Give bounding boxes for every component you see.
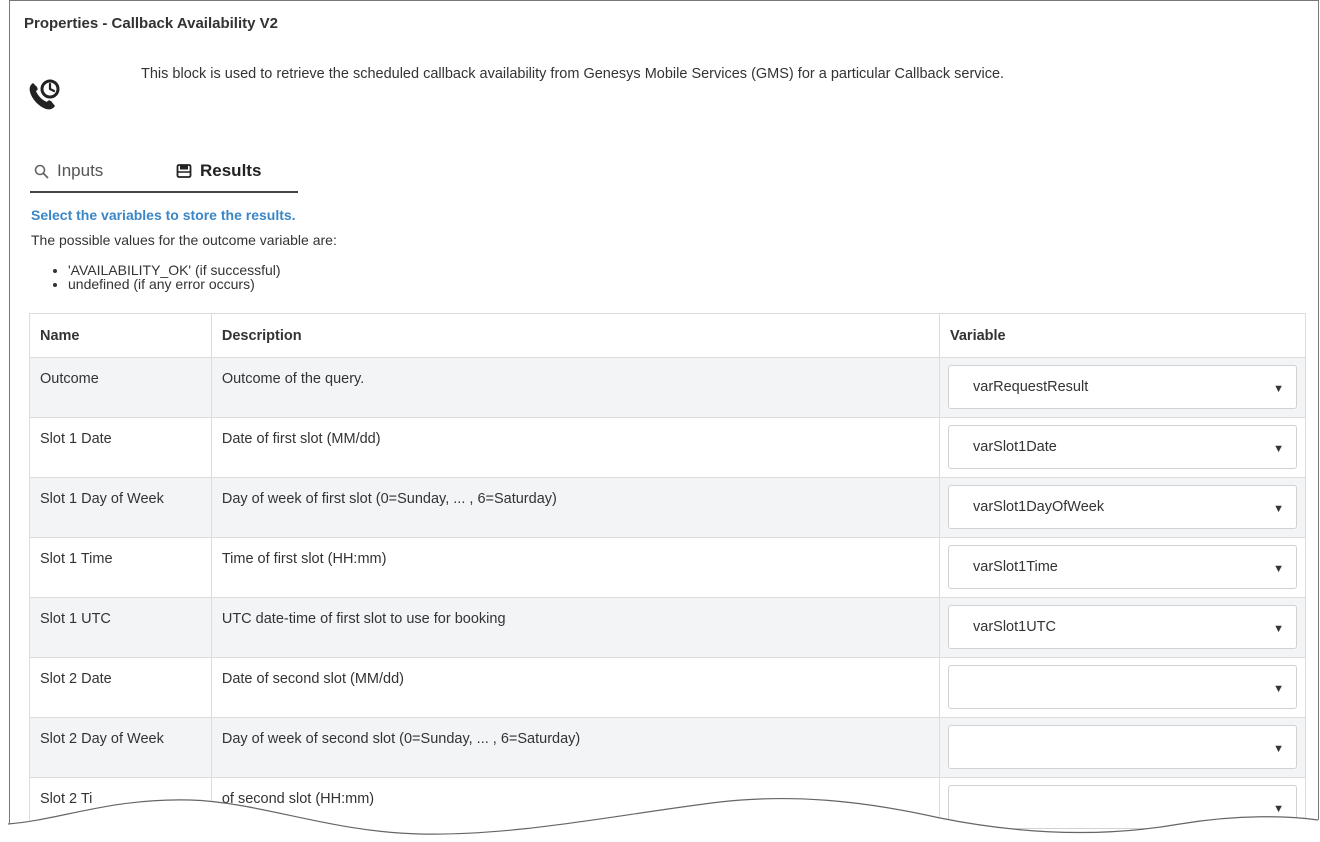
search-icon [34,164,49,179]
table-row: Slot 1 Day of Week Day of week of first … [29,477,1306,538]
outcome-intro: The possible values for the outcome vari… [31,232,337,248]
row-description: Date of second slot (MM/dd) [210,657,941,718]
tab-results-label: Results [200,161,262,180]
caret-down-icon: ▼ [1273,563,1284,575]
row-description: Time of first slot (HH:mm) [210,537,941,598]
row-description: UTC date-time of first slot to use for b… [210,597,941,658]
caret-down-icon: ▼ [1273,743,1284,755]
list-item: undefined (if any error occurs) [68,277,281,291]
caret-down-icon: ▼ [1273,623,1284,635]
caret-down-icon: ▼ [1273,383,1284,395]
variable-select[interactable]: varSlot1Date ▼ [948,425,1297,469]
table-row: Slot 2 Date Date of second slot (MM/dd) … [29,657,1306,718]
column-header-variable: Variable [939,313,1306,358]
tab-bar: Inputs Results [30,159,298,193]
variable-select[interactable]: ▼ [948,665,1297,709]
caret-down-icon: ▼ [1273,443,1284,455]
callback-clock-icon [27,78,61,112]
variable-select[interactable]: varSlot1Time ▼ [948,545,1297,589]
variable-select-value: varSlot1DayOfWeek [973,499,1105,515]
tab-inputs[interactable]: Inputs [34,161,103,181]
row-name: Slot 2 Day of Week [29,717,212,778]
list-item: 'AVAILABILITY_OK' (if successful) [68,263,281,277]
row-description: Date of first slot (MM/dd) [210,417,941,478]
variable-select[interactable]: varSlot1UTC ▼ [948,605,1297,649]
row-name: Slot 1 UTC [29,597,212,658]
column-header-name: Name [29,313,212,358]
variable-select-value: varSlot1Date [973,439,1057,455]
table-row: Slot 1 UTC UTC date-time of first slot t… [29,597,1306,658]
variable-select[interactable]: varSlot1DayOfWeek ▼ [948,485,1297,529]
row-description: Outcome of the query. [210,357,941,418]
variable-select-value: varRequestResult [973,379,1089,395]
table-row: Outcome Outcome of the query. varRequest… [29,357,1306,418]
properties-panel: Properties - Callback Availability V2 Th… [9,0,1319,842]
save-icon [176,163,192,179]
row-name: Slot 1 Time [29,537,212,598]
torn-edge [0,797,1320,842]
block-description: This block is used to retrieve the sched… [141,66,1005,82]
row-description: Day of week of second slot (0=Sunday, ..… [210,717,941,778]
outcome-values-list: 'AVAILABILITY_OK' (if successful) undefi… [52,263,281,291]
row-name: Slot 1 Day of Week [29,477,212,538]
table-row: Slot 1 Date Date of first slot (MM/dd) v… [29,417,1306,478]
tab-results[interactable]: Results [176,161,261,181]
caret-down-icon: ▼ [1273,683,1284,695]
variable-select-value: varSlot1Time [973,559,1058,575]
results-table: Name Description Variable Outcome Outcom… [29,313,1306,838]
variable-select[interactable]: ▼ [948,725,1297,769]
row-name: Slot 2 Date [29,657,212,718]
results-heading: Select the variables to store the result… [31,207,296,223]
row-name: Slot 1 Date [29,417,212,478]
panel-title: Properties - Callback Availability V2 [24,15,278,32]
caret-down-icon: ▼ [1273,503,1284,515]
tab-inputs-label: Inputs [57,161,104,180]
table-row: Slot 1 Time Time of first slot (HH:mm) v… [29,537,1306,598]
variable-select[interactable]: varRequestResult ▼ [948,365,1297,409]
variable-select-value: varSlot1UTC [973,619,1056,635]
column-header-description: Description [210,313,941,358]
row-name: Outcome [29,357,212,418]
row-description: Day of week of first slot (0=Sunday, ...… [210,477,941,538]
table-row: Slot 2 Day of Week Day of week of second… [29,717,1306,778]
